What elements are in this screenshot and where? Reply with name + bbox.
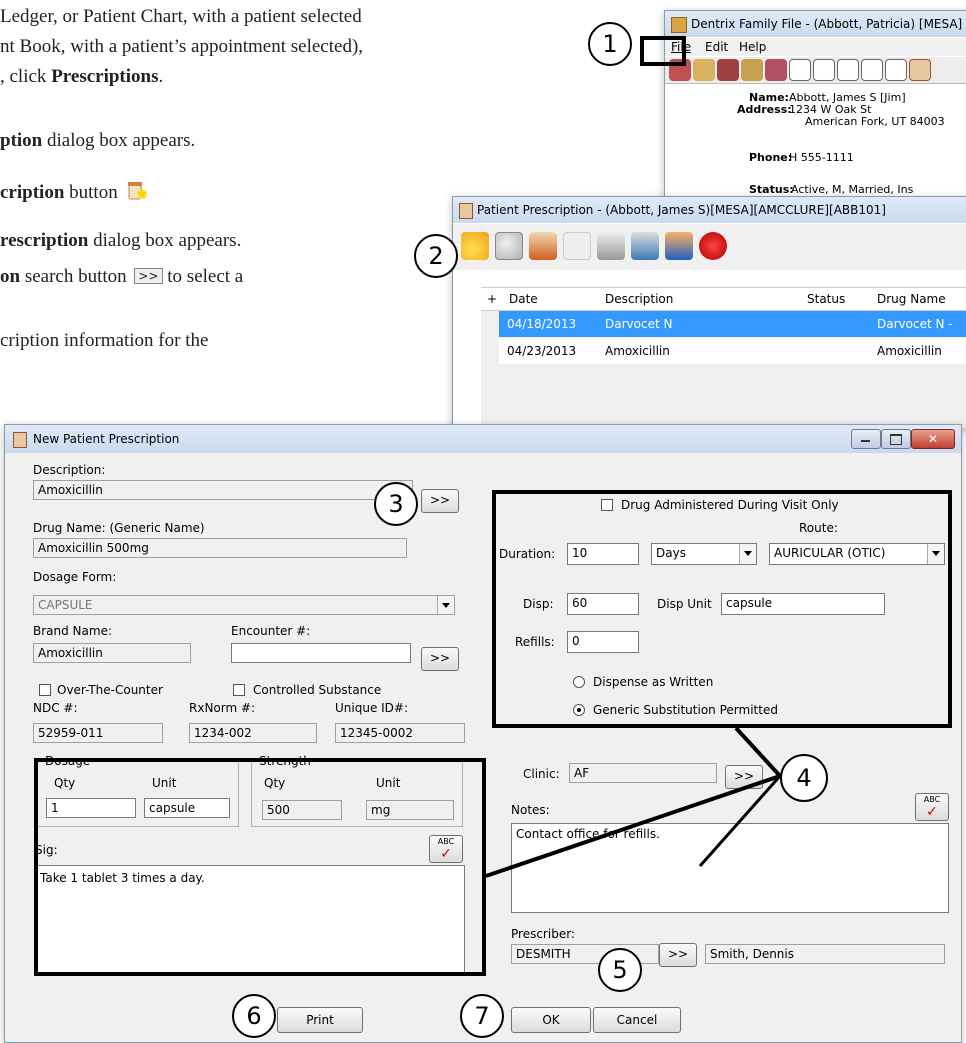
callout-4: 4 bbox=[780, 754, 828, 802]
callout-1: 1 bbox=[588, 22, 632, 66]
callout-6: 6 bbox=[232, 994, 276, 1038]
callout-3: 3 bbox=[374, 482, 418, 526]
callout-5: 5 bbox=[598, 948, 642, 992]
callout-connectors bbox=[485, 726, 782, 878]
callout-7: 7 bbox=[460, 994, 504, 1038]
callout-2: 2 bbox=[414, 234, 458, 278]
